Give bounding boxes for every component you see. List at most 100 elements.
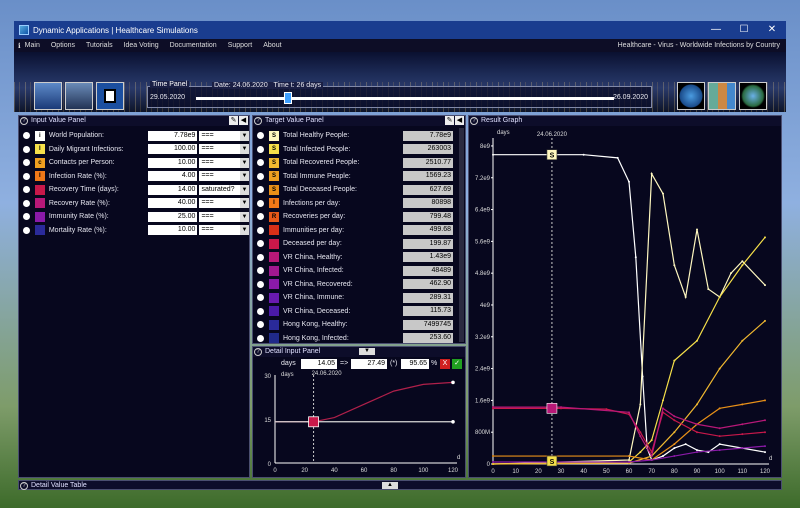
globe-thumbnail-2[interactable] — [739, 82, 767, 110]
target-row[interactable]: S Total Immune People: 1569.23 — [253, 170, 465, 184]
row-radio[interactable] — [23, 226, 30, 234]
view-thumbnail-3[interactable] — [96, 82, 124, 110]
detail-from-input[interactable]: 14.05 — [301, 359, 337, 369]
view-thumbnail-2[interactable] — [65, 82, 93, 110]
target-row[interactable]: R Recoveries per day: 799.48 — [253, 210, 465, 224]
row-value-input[interactable]: 4.00 — [147, 171, 198, 182]
menu-main[interactable]: Main — [25, 42, 40, 49]
row-mode-select[interactable]: === ▼ — [199, 157, 249, 168]
help-icon[interactable]: ? — [254, 348, 262, 356]
target-row[interactable]: VR China, Infected: 48489 — [253, 264, 465, 278]
input-row[interactable]: i World Population: 7.78e9 === ▼ — [19, 129, 249, 143]
result-chart[interactable]: 8e9 7.2e9 6.4e9 5.6e9 4.8e9 4e9 3.2e9 2.4e9 1.6e… — [469, 126, 781, 477]
row-mode-select[interactable]: === ▼ — [199, 130, 249, 141]
row-mode-select[interactable]: === ▼ — [199, 144, 249, 155]
row-radio[interactable] — [257, 159, 264, 167]
menu-info-icon[interactable]: ℹ — [18, 42, 21, 50]
time-slider-track[interactable] — [196, 97, 614, 100]
input-row[interactable]: Recovery Time (days): 14.00 saturated? ▼ — [19, 183, 249, 197]
input-row[interactable]: I Daily Migrant Infections: 100.00 === ▼ — [19, 143, 249, 157]
target-row[interactable]: S Total Infected People: 263003 — [253, 143, 465, 157]
minimize-button[interactable]: — — [702, 21, 730, 39]
row-radio[interactable] — [23, 172, 30, 180]
row-radio[interactable] — [23, 186, 30, 194]
menu-about[interactable]: About — [263, 42, 281, 49]
help-icon[interactable]: ? — [254, 117, 262, 125]
row-radio[interactable] — [257, 145, 264, 153]
view-thumbnail-1[interactable] — [34, 82, 62, 110]
row-value-input[interactable]: 25.00 — [147, 211, 198, 222]
row-mode-select[interactable]: === ▼ — [199, 198, 249, 209]
target-row[interactable]: VR China, Deceased: 115.73 — [253, 305, 465, 319]
row-value-input[interactable]: 7.78e9 — [147, 130, 198, 141]
row-radio[interactable] — [257, 172, 264, 180]
menu-tutorials[interactable]: Tutorials — [86, 42, 113, 49]
row-radio[interactable] — [257, 280, 264, 288]
menu-documentation[interactable]: Documentation — [170, 42, 217, 49]
row-radio[interactable] — [23, 213, 30, 221]
maximize-button[interactable]: ☐ — [730, 21, 758, 39]
row-value-input[interactable]: 40.00 — [147, 198, 198, 209]
input-row[interactable]: Mortality Rate (%): 10.00 === ▼ — [19, 224, 249, 238]
target-row[interactable]: Deceased per day: 199.87 — [253, 237, 465, 251]
percent-input[interactable]: 95.65 — [401, 359, 429, 369]
row-radio[interactable] — [257, 186, 264, 194]
collapse-left-icon[interactable]: ◀ — [455, 116, 464, 125]
row-mode-select[interactable]: === ▼ — [199, 211, 249, 222]
time-slider-thumb[interactable] — [283, 92, 292, 104]
input-row[interactable]: Recovery Rate (%): 40.00 === ▼ — [19, 197, 249, 211]
row-radio[interactable] — [257, 334, 264, 342]
row-mode-select[interactable]: saturated? ▼ — [199, 184, 249, 195]
target-row[interactable]: S Total Healthy People: 7.78e9 — [253, 129, 465, 143]
menu-idea-voting[interactable]: Idea Voting — [124, 42, 159, 49]
target-row[interactable]: I Infections per day: 80898 — [253, 197, 465, 211]
row-value-input[interactable]: 100.00 — [147, 144, 198, 155]
row-radio[interactable] — [257, 321, 264, 329]
globe-thumbnail-1[interactable] — [677, 82, 705, 110]
row-radio[interactable] — [257, 253, 264, 261]
help-icon[interactable]: ? — [470, 117, 478, 125]
row-value-input[interactable]: 10.00 — [147, 157, 198, 168]
menu-options[interactable]: Options — [51, 42, 75, 49]
row-radio[interactable] — [257, 213, 264, 221]
expand-down-icon[interactable]: ▼ — [359, 348, 375, 355]
input-row[interactable]: I Infection Rate (%): 4.00 === ▼ — [19, 170, 249, 184]
row-radio[interactable] — [257, 267, 264, 275]
target-row[interactable]: Hong Kong, Infected: 253.60 — [253, 332, 465, 343]
collapse-left-icon[interactable]: ◀ — [239, 116, 248, 125]
input-row[interactable]: Immunity Rate (%): 25.00 === ▼ — [19, 210, 249, 224]
row-mode-select[interactable]: === ▼ — [199, 171, 249, 182]
expand-up-icon[interactable]: ▲ — [382, 482, 398, 489]
row-radio[interactable] — [23, 132, 30, 140]
row-radio[interactable] — [257, 240, 264, 248]
help-icon[interactable]: ? — [20, 117, 28, 125]
target-row[interactable]: VR China, Recovered: 462.90 — [253, 278, 465, 292]
row-value-input[interactable]: 10.00 — [147, 225, 198, 236]
target-row[interactable]: VR China, Healthy: 1.43e9 — [253, 251, 465, 265]
input-row[interactable]: c Contacts per Person: 10.00 === ▼ — [19, 156, 249, 170]
confirm-button[interactable]: ✓ — [452, 359, 462, 369]
row-radio[interactable] — [23, 199, 30, 207]
row-radio[interactable] — [23, 159, 30, 167]
target-scrollbar[interactable] — [459, 128, 464, 342]
row-radio[interactable] — [257, 226, 264, 234]
row-mode-select[interactable]: === ▼ — [199, 225, 249, 236]
detail-chart[interactable]: 30 15 00 20 40 60 80 100 120 d days 24.06.2020 — [253, 369, 465, 477]
row-value-input[interactable]: 14.00 — [147, 184, 198, 195]
target-row[interactable]: S Total Deceased People: 627.69 — [253, 183, 465, 197]
row-radio[interactable] — [257, 199, 264, 207]
row-radio[interactable] — [257, 132, 264, 140]
target-row[interactable]: Immunities per day: 499.68 — [253, 224, 465, 238]
target-row[interactable]: VR China, Immune: 289.31 — [253, 291, 465, 305]
row-radio[interactable] — [257, 307, 264, 315]
edit-icon[interactable]: ✎ — [229, 116, 238, 125]
cancel-button[interactable]: X — [440, 359, 450, 369]
target-row[interactable]: S Total Recovered People: 2510.77 — [253, 156, 465, 170]
help-icon[interactable]: ? — [20, 482, 28, 490]
row-radio[interactable] — [23, 145, 30, 153]
menu-support[interactable]: Support — [228, 42, 253, 49]
image-grid-thumbnail[interactable] — [708, 82, 736, 110]
close-button[interactable]: ✕ — [758, 21, 786, 39]
target-row[interactable]: Hong Kong, Healthy: 7499745 — [253, 318, 465, 332]
row-radio[interactable] — [257, 294, 264, 302]
